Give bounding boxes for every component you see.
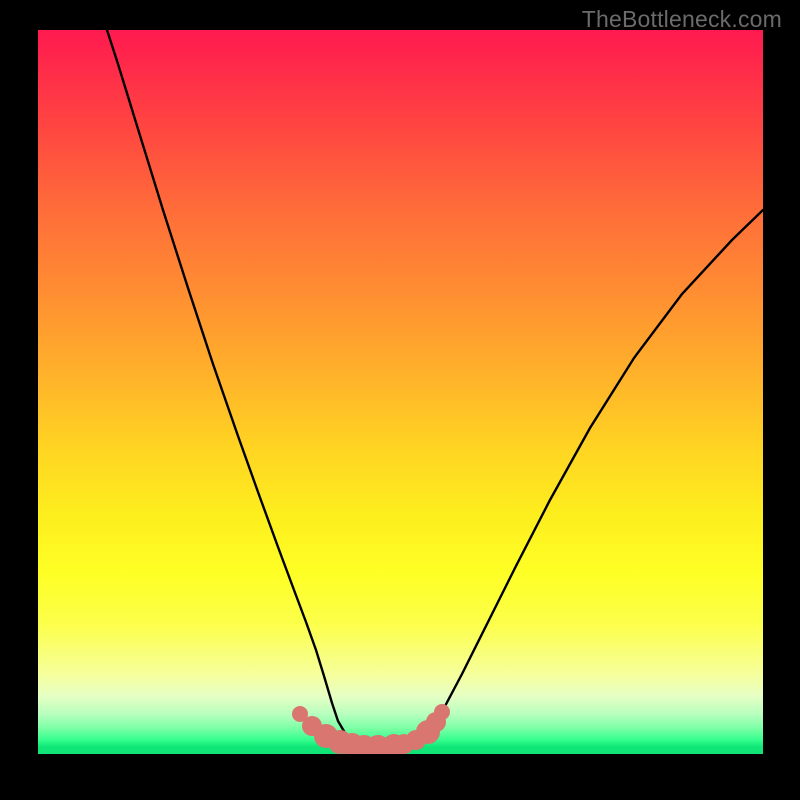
plot-area [38, 30, 763, 754]
main-curve-path [107, 30, 763, 752]
curve-layer [38, 30, 763, 754]
watermark-text: TheBottleneck.com [582, 6, 782, 33]
marker-dot [434, 704, 450, 720]
chart-frame: TheBottleneck.com [0, 0, 800, 800]
marker-dots-group [292, 704, 450, 754]
